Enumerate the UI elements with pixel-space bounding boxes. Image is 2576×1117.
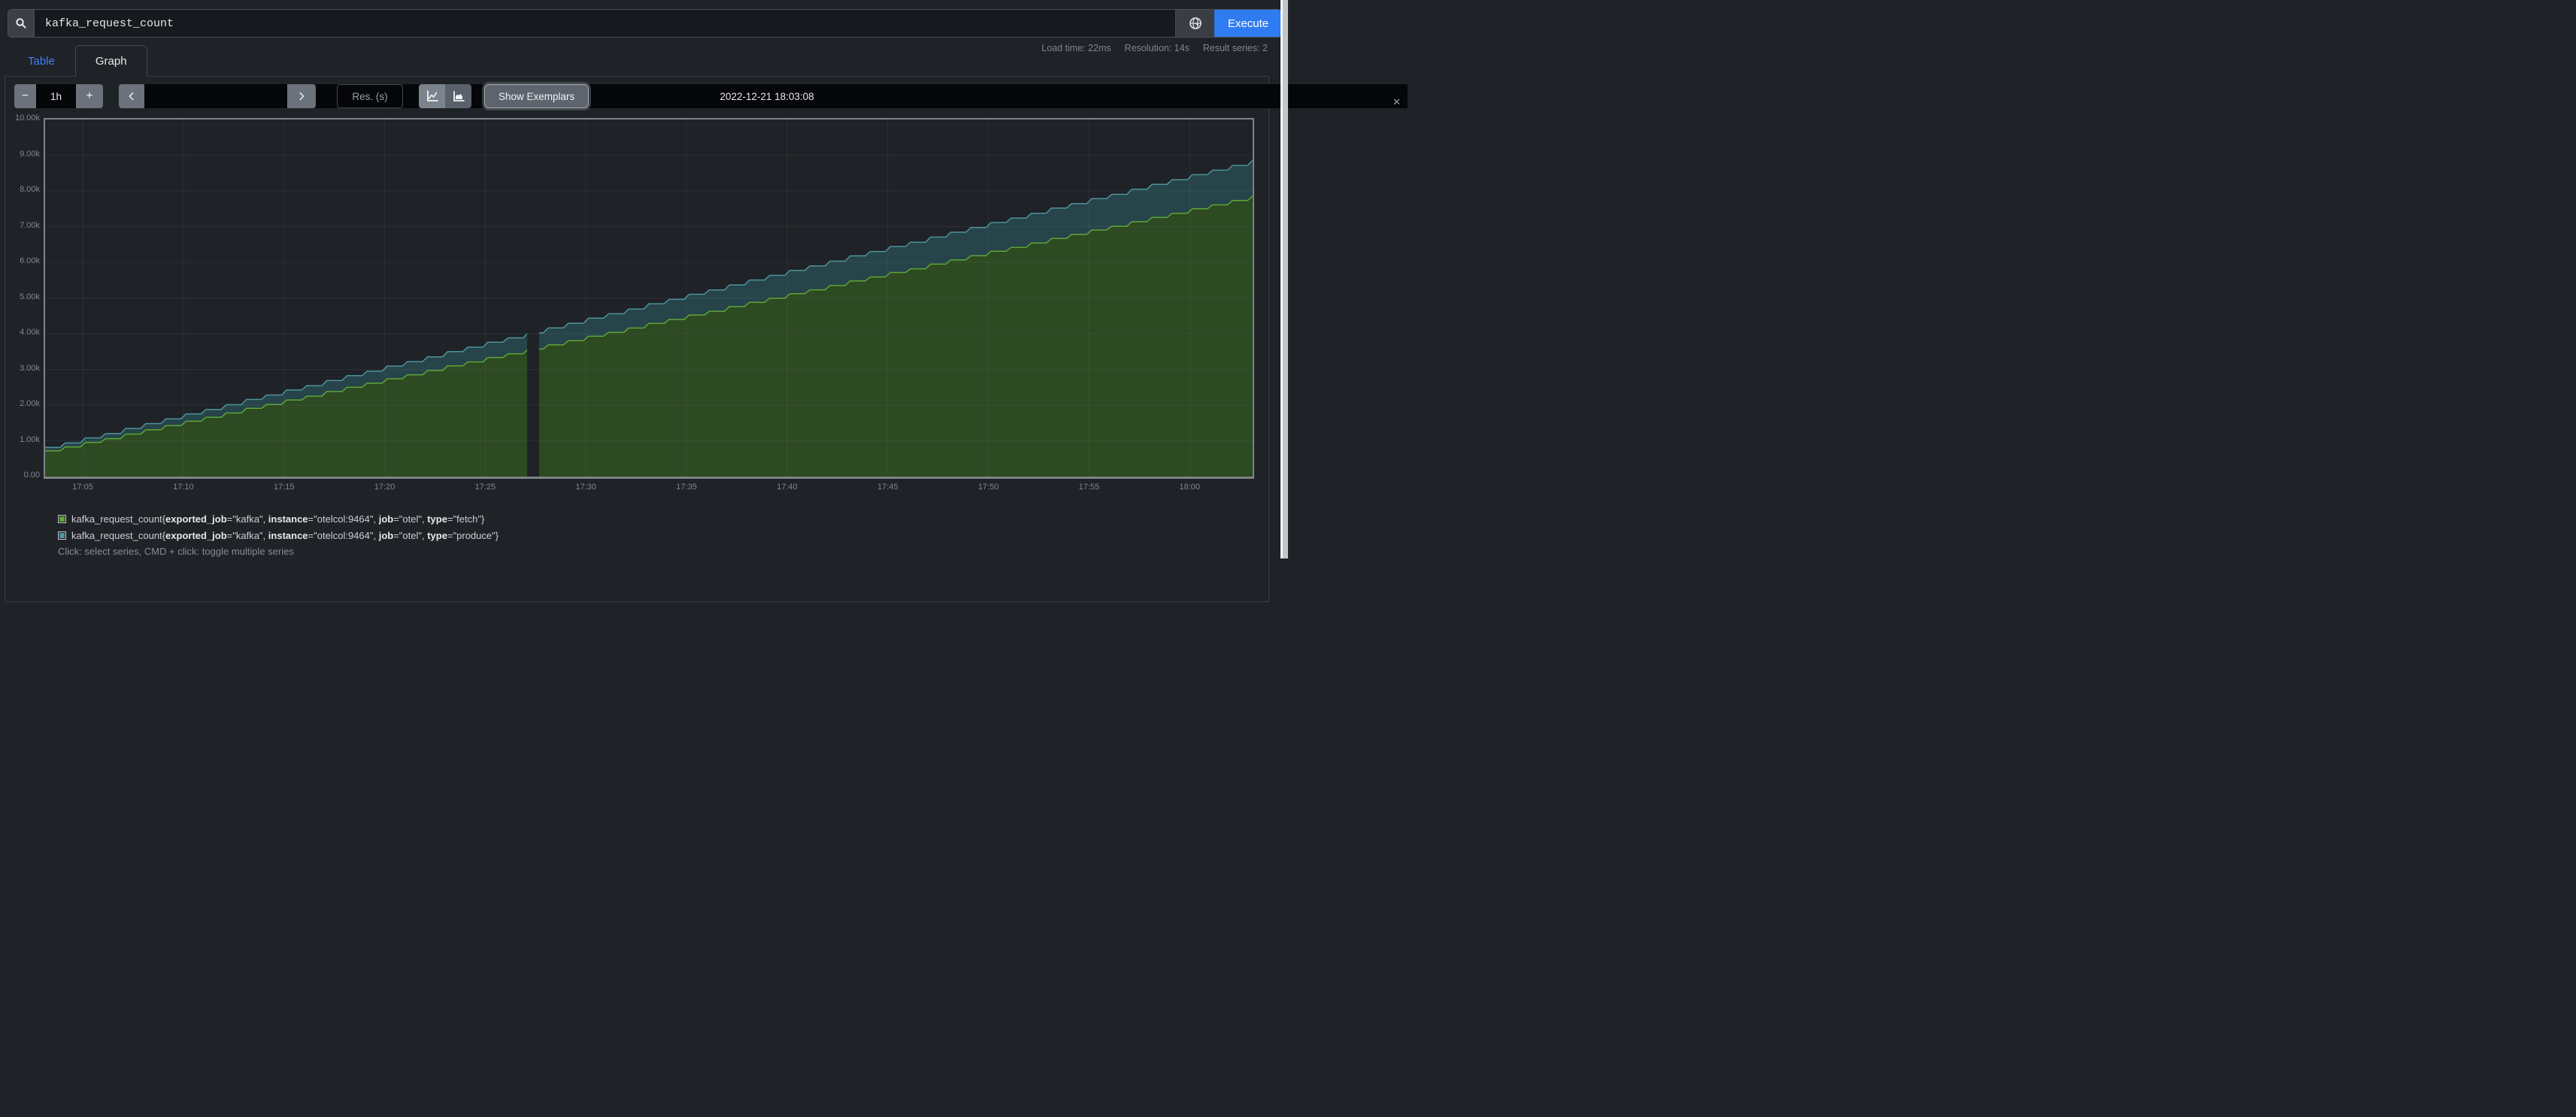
show-exemplars-button[interactable]: Show Exemplars [484,84,589,108]
x-tick-label: 17:25 [475,483,496,492]
x-tick-label: 17:20 [374,483,395,492]
local-time-button[interactable] [1175,10,1214,37]
x-tick-label: 17:50 [978,483,999,492]
x-tick-label: 18:00 [1179,483,1200,492]
tab-table[interactable]: Table [8,45,75,77]
x-tick-label: 17:40 [777,483,798,492]
legend-metric-text: kafka_request_count{exported_job="kafka"… [71,530,499,541]
execute-button[interactable]: Execute [1214,10,1282,37]
query-stats: Load time: 22ms Resolution: 14s Result s… [1041,43,1268,53]
x-tick-label: 17:35 [676,483,697,492]
y-tick-label: 7.00k [7,221,40,230]
y-tick-label: 0.00 [7,471,40,480]
tab-graph[interactable]: Graph [75,45,147,77]
x-tick-label: 17:55 [1079,483,1100,492]
y-tick-label: 2.00k [7,399,40,408]
chevron-left-icon [126,91,137,101]
query-input[interactable] [35,10,1175,37]
result-series: Result series: 2 [1203,43,1268,53]
stacked-area-icon [453,90,465,102]
range-decrease-button[interactable]: − [14,84,36,108]
stacked-chart-button[interactable] [445,84,471,108]
unstacked-chart-button[interactable] [419,84,445,108]
resolution: Resolution: 14s [1125,43,1190,53]
chevron-right-icon [296,91,307,101]
scrollbar-thumb[interactable] [1283,0,1288,558]
graph-panel: − + ✕ [5,76,1269,602]
x-tick-label: 17:05 [72,483,93,492]
y-tick-label: 5.00k [7,292,40,301]
time-back-button[interactable] [119,84,144,108]
load-time: Load time: 22ms [1041,43,1111,53]
y-tick-label: 1.00k [7,435,40,444]
query-bar: Execute [8,9,1283,38]
legend-swatch [58,515,66,523]
graph-canvas[interactable] [45,120,1253,477]
y-tick-label: 9.00k [7,150,40,159]
line-chart-icon [426,90,438,102]
y-tick-label: 6.00k [7,256,40,265]
view-tabs: Table Graph [8,45,147,77]
page-scrollbar[interactable] [1280,0,1288,558]
range-input[interactable] [36,84,76,108]
y-tick-label: 3.00k [7,364,40,373]
y-tick-label: 10.00k [7,114,40,123]
legend-item[interactable]: kafka_request_count{exported_job="kafka"… [58,513,499,525]
chart-legend: kafka_request_count{exported_job="kafka"… [58,513,499,541]
graph-plot-area[interactable] [44,118,1254,479]
globe-clock-icon [1189,17,1202,30]
y-tick-label: 4.00k [7,328,40,337]
graph-controls: − + ✕ [5,84,1268,108]
x-tick-label: 17:10 [173,483,194,492]
resolution-input[interactable] [337,84,403,108]
legend-hint: Click: select series, CMD + click: toggl… [58,546,294,557]
search-icon [8,10,35,37]
datetime-input[interactable] [144,84,1408,108]
x-tick-label: 17:15 [274,483,295,492]
x-tick-label: 17:45 [877,483,899,492]
clear-datetime-icon[interactable]: ✕ [1393,96,1401,108]
x-tick-label: 17:30 [575,483,596,492]
y-tick-label: 8.00k [7,185,40,194]
legend-swatch [58,531,66,540]
time-forward-button[interactable] [287,84,316,108]
legend-metric-text: kafka_request_count{exported_job="kafka"… [71,513,484,525]
range-increase-button[interactable]: + [76,84,103,108]
legend-item[interactable]: kafka_request_count{exported_job="kafka"… [58,530,499,541]
